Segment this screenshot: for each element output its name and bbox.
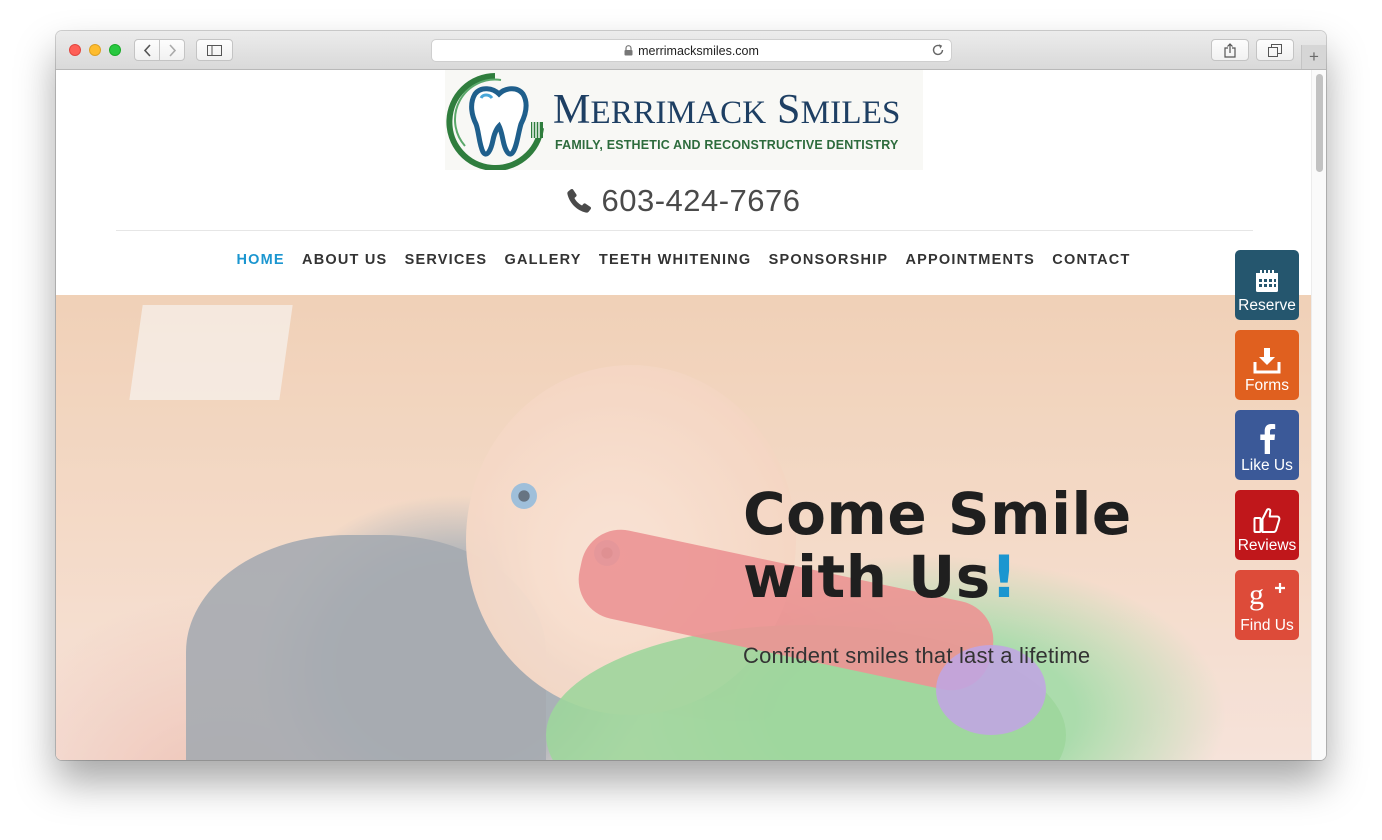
find-us-label: Find Us [1240,617,1294,634]
page-viewport: MERRIMACK SMILES FAMILY, ESTHETIC AND RE… [56,70,1311,760]
like-us-button[interactable]: Like Us [1235,410,1299,480]
nav-contact[interactable]: CONTACT [1052,252,1130,268]
find-us-button[interactable]: g Find Us [1235,570,1299,640]
nav-gallery[interactable]: GALLERY [505,252,582,268]
chevron-left-icon [143,43,151,57]
svg-text:g: g [1249,582,1264,611]
new-tab-button[interactable]: + [1301,45,1326,69]
brand-name: MERRIMACK SMILES [553,87,901,133]
share-icon [1224,42,1236,58]
chevron-right-icon [168,43,176,57]
header-divider [116,230,1253,231]
brand-tagline: FAMILY, ESTHETIC AND RECONSTRUCTIVE DENT… [555,137,899,152]
hero-headline-line1: Come Smile [743,480,1132,548]
facebook-icon [1258,422,1276,454]
nav-appointments[interactable]: APPOINTMENTS [905,252,1035,268]
download-icon [1253,346,1281,374]
forward-button[interactable] [159,39,185,61]
reserve-label: Reserve [1238,297,1296,314]
url-text: merrimacksmiles.com [638,43,759,58]
lock-icon [624,45,633,56]
address-bar[interactable]: merrimacksmiles.com [431,39,952,62]
hero-headline: Come Smile with Us! [743,483,1132,609]
phone-icon [567,188,592,213]
tabs-overview-button[interactable] [1256,39,1294,61]
forms-button[interactable]: Forms [1235,330,1299,400]
nav-sponsorship[interactable]: SPONSORSHIP [769,252,889,268]
like-us-label: Like Us [1241,457,1293,474]
close-window-button[interactable] [69,44,81,56]
minimize-window-button[interactable] [89,44,101,56]
browser-window: merrimacksmiles.com + MERRIMACK SMILES F… [56,31,1326,760]
scrollbar-thumb[interactable] [1316,74,1323,172]
browser-toolbar: merrimacksmiles.com + [56,31,1326,70]
reviews-label: Reviews [1237,537,1297,554]
site-logo[interactable]: MERRIMACK SMILES FAMILY, ESTHETIC AND RE… [445,70,923,170]
tooth-logo-icon [446,73,544,170]
forms-label: Forms [1245,377,1289,394]
nav-services[interactable]: SERVICES [405,252,488,268]
back-button[interactable] [134,39,160,61]
nav-home[interactable]: HOME [237,252,285,268]
reserve-button[interactable]: Reserve [1235,250,1299,320]
nav-about-us[interactable]: ABOUT US [302,252,387,268]
main-navigation: HOME ABOUT US SERVICES GALLERY TEETH WHI… [56,252,1311,268]
phone-number[interactable]: 603-424-7676 [56,183,1311,222]
hero-banner: Come Smile with Us! Confident smiles tha… [56,295,1311,760]
reload-icon[interactable] [931,43,945,57]
page-scrollbar[interactable] [1311,70,1326,760]
tabs-icon [1268,43,1282,57]
reviews-button[interactable]: Reviews [1235,490,1299,560]
zoom-window-button[interactable] [109,44,121,56]
sidebar-toggle-button[interactable] [196,39,233,61]
hero-subheadline: Confident smiles that last a lifetime [743,643,1091,668]
calendar-icon [1254,268,1280,294]
hero-headline-line2: with Us! [743,543,1018,611]
share-button[interactable] [1211,39,1249,61]
thumbs-up-icon [1253,506,1281,534]
sidebar-icon [207,44,222,56]
phone-number-text: 603-424-7676 [601,183,801,218]
google-plus-icon: g [1248,582,1286,614]
nav-teeth-whitening[interactable]: TEETH WHITENING [599,252,752,268]
